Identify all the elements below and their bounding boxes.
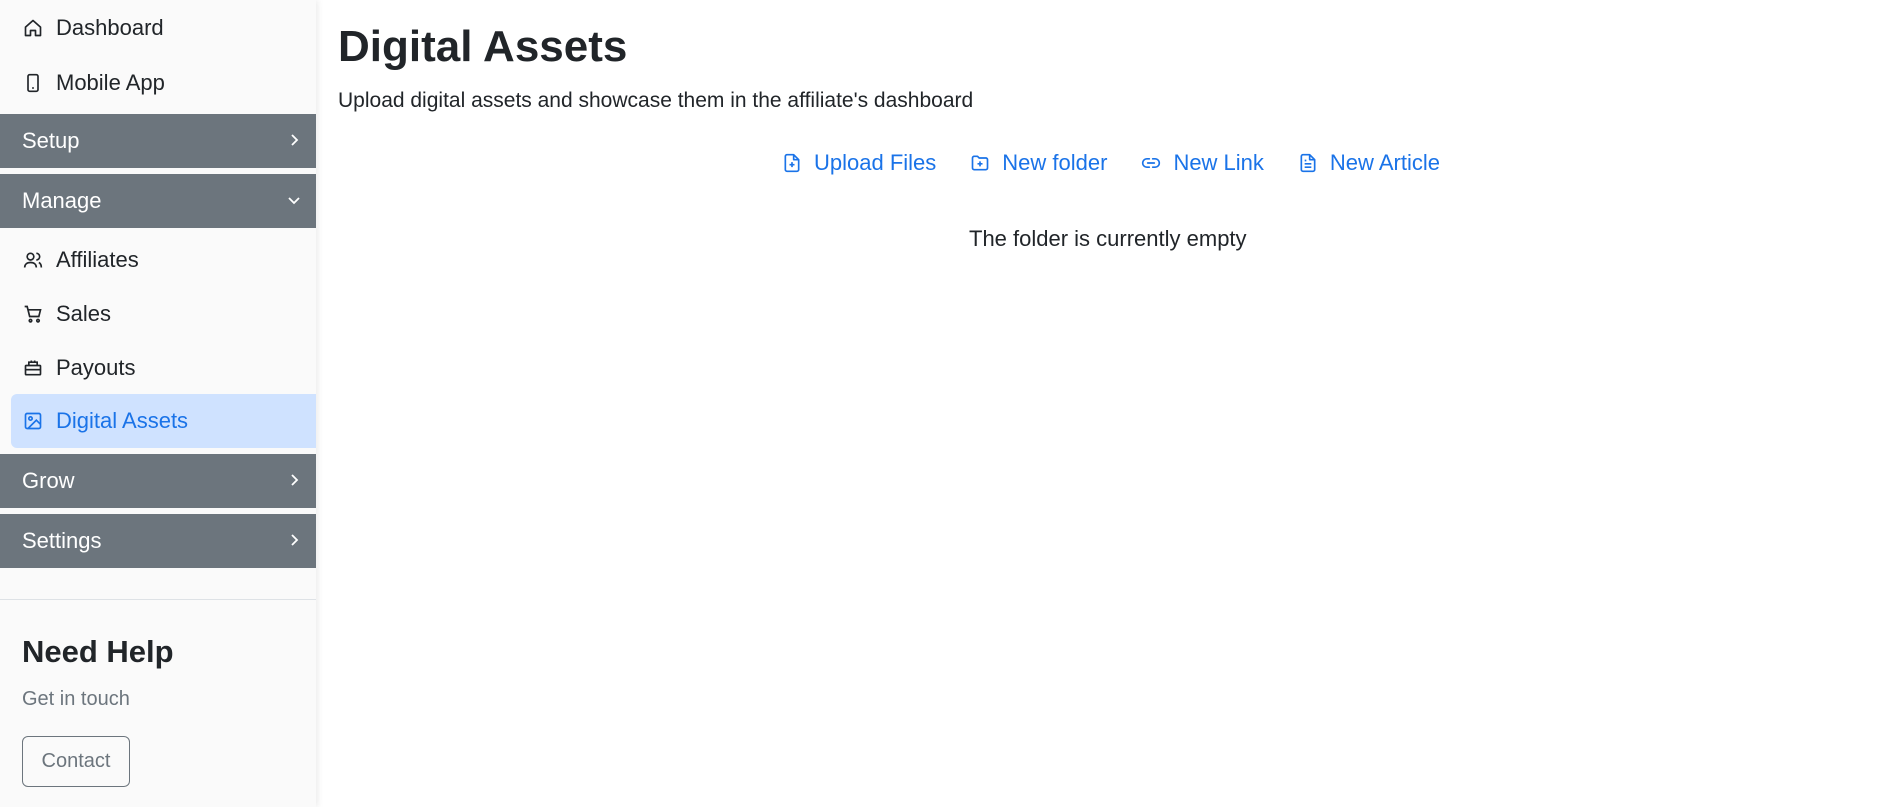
upload-files-button[interactable]: Upload Files <box>782 150 936 176</box>
sidebar-item-label: Sales <box>56 301 112 326</box>
phone-icon <box>22 72 44 94</box>
section-grow[interactable]: Grow <box>0 454 316 508</box>
asset-actions: Upload Files New folder New Link New Art… <box>782 150 1474 176</box>
link-icon <box>1141 153 1161 173</box>
new-link-button[interactable]: New Link <box>1141 150 1264 176</box>
section-label: Settings <box>22 528 102 553</box>
sidebar-item-sales[interactable]: Sales <box>0 287 316 341</box>
action-label: New folder <box>1002 150 1108 175</box>
sidebar-item-digital-assets[interactable]: Digital Assets <box>11 394 316 448</box>
home-icon <box>22 17 44 39</box>
new-folder-button[interactable]: New folder <box>970 150 1107 176</box>
sidebar-divider <box>0 599 316 600</box>
sidebar-item-label: Mobile App <box>56 70 165 95</box>
sidebar-item-label: Digital Assets <box>56 408 189 433</box>
sidebar-item-label: Payouts <box>56 355 136 380</box>
file-plus-icon <box>782 153 802 173</box>
sidebar-item-affiliates[interactable]: Affiliates <box>0 233 316 287</box>
new-article-button[interactable]: New Article <box>1298 150 1440 176</box>
payouts-icon <box>22 357 44 379</box>
sidebar-item-mobile-app[interactable]: Mobile App <box>0 56 316 110</box>
sidebar: Dashboard Mobile App Setup Manage Affili… <box>0 0 316 807</box>
section-label: Setup <box>22 128 80 153</box>
empty-folder-message: The folder is currently empty <box>969 226 1247 251</box>
sidebar-item-payouts[interactable]: Payouts <box>0 341 316 395</box>
sidebar-item-dashboard[interactable]: Dashboard <box>0 1 316 55</box>
file-text-icon <box>1298 153 1318 173</box>
image-icon <box>22 410 44 432</box>
chevron-down-icon <box>286 188 302 214</box>
section-label: Manage <box>22 188 102 213</box>
action-label: New Link <box>1173 150 1264 175</box>
help-subtitle: Get in touch <box>22 688 130 710</box>
sidebar-item-label: Dashboard <box>56 15 164 40</box>
cart-icon <box>22 303 44 325</box>
users-icon <box>22 249 44 271</box>
chevron-right-icon <box>286 468 302 494</box>
page-title: Digital Assets <box>338 22 628 71</box>
help-title: Need Help <box>22 634 174 669</box>
page-description: Upload digital assets and showcase them … <box>338 89 974 112</box>
folder-plus-icon <box>970 153 990 173</box>
section-manage[interactable]: Manage <box>0 174 316 228</box>
section-label: Grow <box>22 468 75 493</box>
contact-button[interactable]: Contact <box>22 736 130 787</box>
action-label: New Article <box>1329 150 1440 175</box>
section-setup[interactable]: Setup <box>0 114 316 168</box>
chevron-right-icon <box>286 128 302 154</box>
action-label: Upload Files <box>814 150 937 175</box>
sidebar-item-label: Affiliates <box>56 247 139 272</box>
section-settings[interactable]: Settings <box>0 514 316 568</box>
chevron-right-icon <box>286 528 302 554</box>
